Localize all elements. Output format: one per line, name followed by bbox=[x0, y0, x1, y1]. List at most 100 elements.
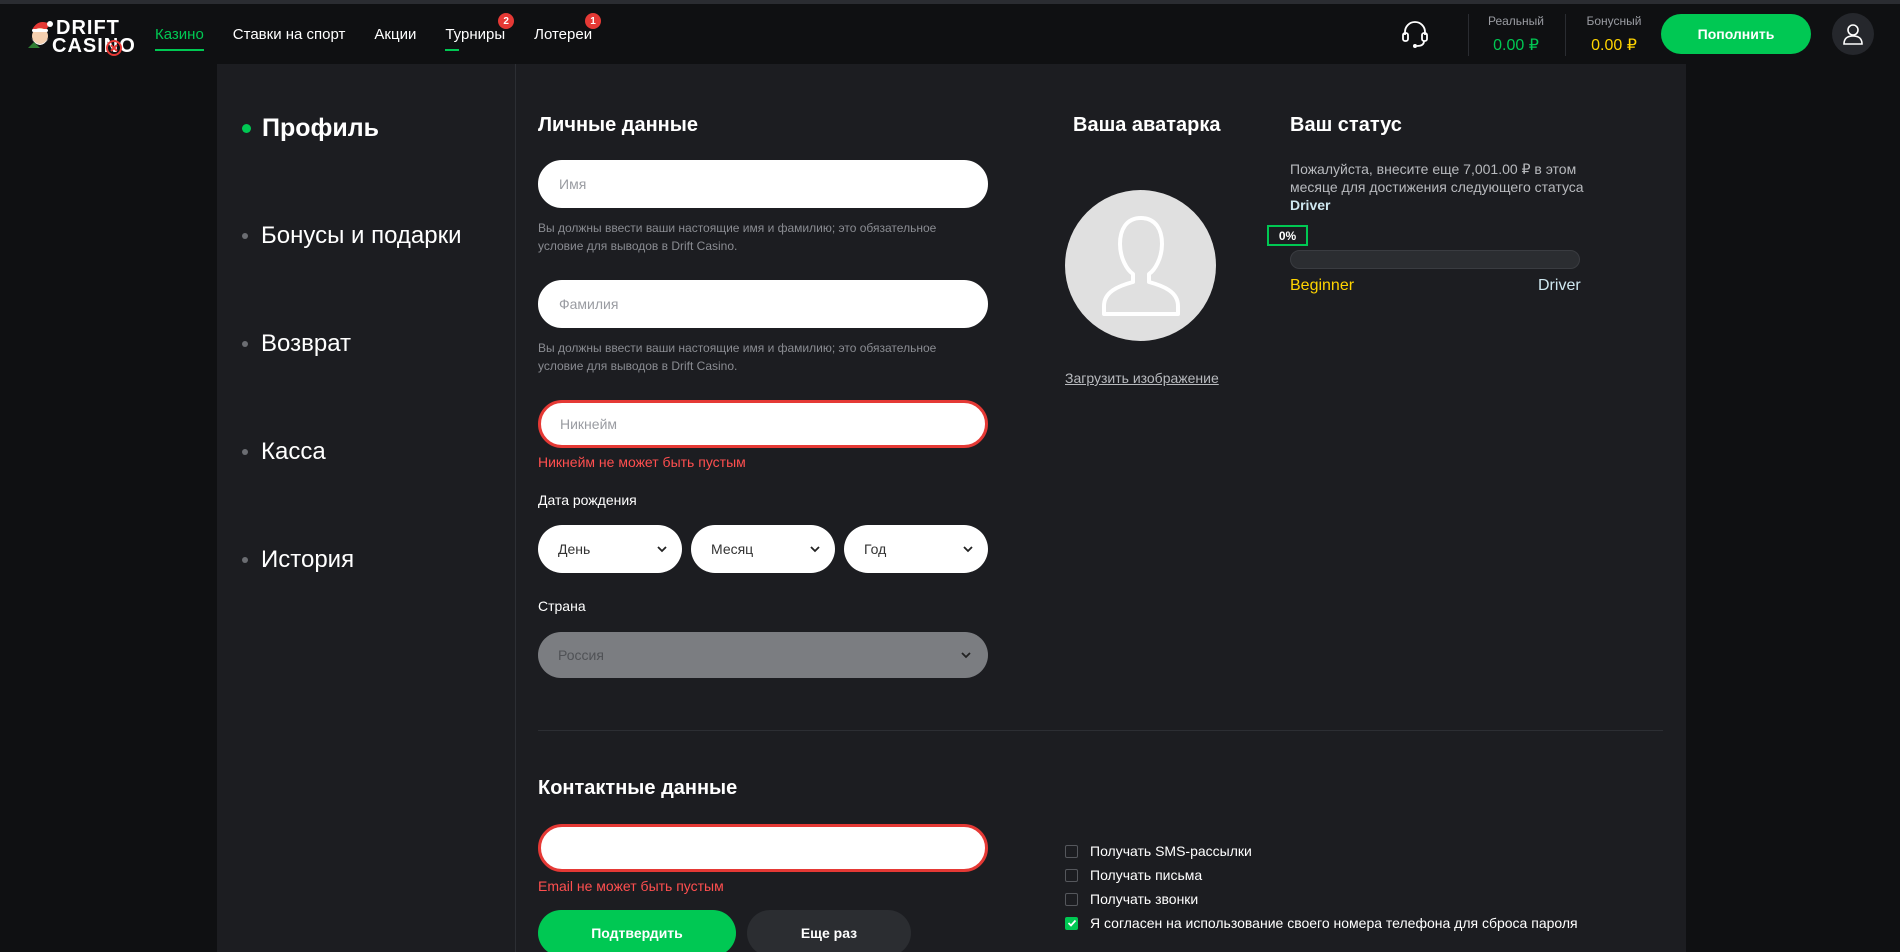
email-input[interactable] bbox=[538, 824, 988, 872]
first-name-hint: Вы должны ввести ваши настоящие имя и фа… bbox=[538, 221, 937, 253]
calls-checkbox[interactable]: Получать звонки bbox=[1065, 891, 1198, 907]
bullet-dot bbox=[242, 449, 248, 455]
section-divider bbox=[538, 730, 1663, 731]
logo-x-icon bbox=[106, 40, 122, 56]
resend-button[interactable]: Еще раз bbox=[747, 910, 911, 952]
nav-tournaments-label: Турниры bbox=[445, 25, 506, 43]
dob-year-select[interactable]: Год bbox=[844, 525, 988, 573]
dob-label: Дата рождения bbox=[538, 492, 637, 508]
nav-underline bbox=[445, 49, 460, 51]
real-balance-label: Реальный bbox=[1487, 14, 1545, 28]
checkbox-label: Получать SMS-рассылки bbox=[1090, 843, 1252, 859]
nav-casino[interactable]: Казино bbox=[155, 4, 204, 64]
avatar-placeholder-icon bbox=[1101, 215, 1180, 316]
progress-percent: 0% bbox=[1267, 225, 1308, 246]
checkmark-icon bbox=[1067, 919, 1076, 927]
profile-sidebar: Профиль Бонусы и подарки Возврат Касса И… bbox=[217, 64, 516, 952]
contacts-title: Контактные данные bbox=[538, 777, 738, 799]
bullet-dot bbox=[242, 233, 248, 239]
bullet-dot bbox=[242, 341, 248, 347]
checkbox-box[interactable] bbox=[1065, 844, 1078, 858]
nav-sports-label: Ставки на спорт bbox=[232, 25, 346, 43]
sidebar-item-label: Профиль bbox=[262, 114, 380, 142]
checkbox-label: Получать звонки bbox=[1090, 891, 1199, 907]
top-header: DRIFT CASINO Казино Ставки на спорт Акци… bbox=[0, 4, 1900, 64]
last-name-input[interactable]: Фамилия bbox=[538, 280, 988, 328]
next-level-label: Driver bbox=[1538, 277, 1581, 294]
email-checkbox[interactable]: Получать письма bbox=[1065, 867, 1202, 883]
first-name-input[interactable]: Имя bbox=[538, 160, 988, 208]
status-next-highlight: Driver bbox=[1290, 197, 1331, 213]
status-description-text: Пожалуйста, внесите еще 7,001.00 ₽ в это… bbox=[1290, 161, 1584, 195]
personal-data-title: Личные данные bbox=[538, 114, 698, 136]
lotteries-badge: 1 bbox=[585, 13, 602, 29]
headset-icon bbox=[1402, 21, 1428, 48]
phone-reset-checkbox[interactable]: Я согласен на использование своего номер… bbox=[1065, 915, 1578, 931]
sidebar-item-label: Касса bbox=[261, 438, 326, 465]
active-dot bbox=[242, 124, 251, 133]
email-error: Email не может быть пустым bbox=[538, 878, 724, 894]
last-name-hint: Вы должны ввести ваши настоящие имя и фа… bbox=[538, 341, 937, 373]
checkbox-box[interactable] bbox=[1065, 916, 1078, 930]
chevron-down-icon bbox=[963, 546, 973, 553]
dob-month-select[interactable]: Месяц bbox=[691, 525, 835, 573]
dob-day-select[interactable]: День bbox=[538, 525, 682, 573]
confirm-button[interactable]: Подтвердить bbox=[538, 910, 736, 952]
bullet-dot bbox=[242, 557, 248, 563]
tournaments-badge: 2 bbox=[498, 13, 515, 29]
bonus-balance-value: 0.00 ₽ bbox=[1591, 37, 1637, 54]
nav-lotteries-label: Лотереи bbox=[534, 25, 593, 43]
sidebar-item-history[interactable]: История bbox=[242, 546, 354, 574]
nickname-error: Никнейм не может быть пустым bbox=[538, 454, 746, 470]
avatar-title: Ваша аватарка bbox=[1073, 114, 1221, 136]
nav-sports[interactable]: Ставки на спорт bbox=[233, 4, 346, 64]
status-progress-bar bbox=[1290, 250, 1580, 269]
sidebar-item-label: Возврат bbox=[261, 330, 351, 357]
dob-month-value: Месяц bbox=[711, 541, 754, 557]
status-title: Ваш статус bbox=[1290, 114, 1402, 136]
deposit-button[interactable]: Пополнить bbox=[1661, 14, 1811, 54]
dob-year-value: Год bbox=[864, 541, 887, 557]
checkbox-box[interactable] bbox=[1065, 892, 1078, 906]
real-balance: Реальный 0.00 ₽ bbox=[1486, 14, 1546, 55]
logo-text-casino: CASINO bbox=[52, 35, 136, 57]
chevron-down-icon bbox=[657, 546, 667, 553]
bonus-balance-label: Бонусный bbox=[1586, 14, 1642, 28]
chevron-down-icon bbox=[810, 546, 820, 553]
nav-tournaments[interactable]: Турниры 2 bbox=[445, 4, 515, 64]
checkbox-label: Получать письма bbox=[1090, 867, 1203, 883]
last-name-placeholder: Фамилия bbox=[559, 296, 619, 312]
current-level-label: Beginner bbox=[1290, 277, 1355, 294]
sidebar-item-profile[interactable]: Профиль bbox=[242, 114, 379, 143]
user-menu-button[interactable] bbox=[1832, 13, 1874, 55]
user-icon bbox=[1843, 24, 1863, 45]
country-label: Страна bbox=[538, 598, 586, 614]
nickname-input[interactable]: Никнейм bbox=[538, 400, 988, 448]
header-divider bbox=[1565, 14, 1566, 56]
sidebar-item-cashback[interactable]: Возврат bbox=[242, 330, 351, 358]
support-button[interactable] bbox=[1399, 18, 1431, 50]
avatar bbox=[1065, 190, 1216, 341]
sidebar-item-label: Бонусы и подарки bbox=[261, 222, 462, 249]
sidebar-item-label: История bbox=[261, 546, 355, 573]
sidebar-item-cashier[interactable]: Касса bbox=[242, 438, 326, 466]
sms-checkbox[interactable]: Получать SMS-рассылки bbox=[1065, 843, 1252, 859]
nav-promotions[interactable]: Акции bbox=[374, 4, 416, 64]
first-name-placeholder: Имя bbox=[559, 176, 587, 192]
drift-casino-logo[interactable]: DRIFT CASINO bbox=[26, 14, 135, 57]
nickname-placeholder: Никнейм bbox=[560, 416, 618, 432]
nav-promotions-label: Акции bbox=[374, 25, 417, 43]
dob-day-value: День bbox=[558, 541, 591, 557]
chevron-down-icon bbox=[961, 652, 971, 659]
sidebar-item-bonuses[interactable]: Бонусы и подарки bbox=[242, 222, 462, 250]
upload-image-link[interactable]: Загрузить изображение bbox=[1065, 370, 1219, 386]
nav-casino-label: Казино bbox=[155, 25, 204, 43]
country-value: Россия bbox=[558, 647, 604, 663]
checkbox-box[interactable] bbox=[1065, 868, 1078, 882]
country-select[interactable]: Россия bbox=[538, 632, 988, 678]
status-description: Пожалуйста, внесите еще 7,001.00 ₽ в это… bbox=[1290, 160, 1590, 214]
header-divider bbox=[1468, 14, 1469, 56]
nav-lotteries[interactable]: Лотереи 1 bbox=[534, 4, 602, 64]
main-nav: Казино Ставки на спорт Акции Турниры 2 Л… bbox=[155, 4, 621, 64]
bonus-balance: Бонусный 0.00 ₽ bbox=[1582, 14, 1646, 55]
